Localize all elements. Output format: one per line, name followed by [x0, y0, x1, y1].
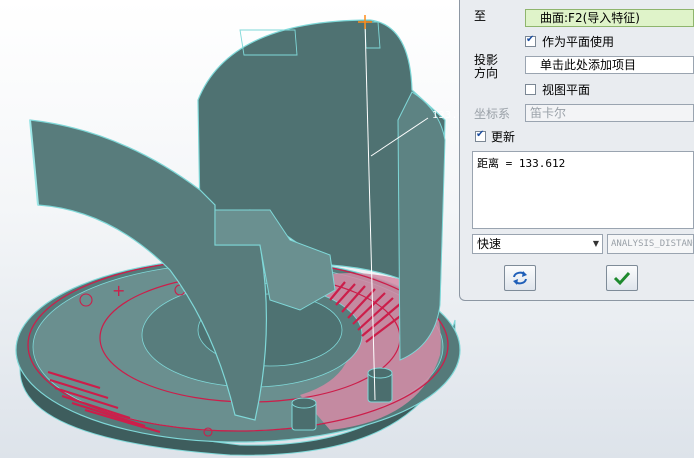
- repeat-icon: [513, 271, 527, 285]
- svg-text:+: +: [112, 281, 125, 300]
- use-as-plane-checkbox[interactable]: [525, 34, 536, 47]
- ok-button[interactable]: [606, 265, 638, 291]
- result-box: 距离 = 133.612: [472, 151, 694, 229]
- coord-system-field[interactable]: 笛卡尔: [525, 104, 694, 122]
- repeat-button[interactable]: [504, 265, 536, 291]
- coord-system-label: 坐标系: [474, 107, 511, 121]
- analysis-mode-value: 快速: [477, 237, 502, 251]
- view-plane-label: 视图平面: [542, 83, 591, 97]
- check-icon: [613, 271, 631, 286]
- analysis-name-field[interactable]: ANALYSIS_DISTANCE: [607, 234, 694, 254]
- to-reference-field[interactable]: 曲面:F2(导入特征): [525, 9, 694, 27]
- update-label: 更新: [491, 130, 516, 144]
- projection-direction-label: 投影方向: [474, 53, 499, 80]
- distance-result: 距离 = 133.612: [477, 157, 566, 170]
- view-plane-checkbox[interactable]: [525, 84, 536, 95]
- analysis-mode-select[interactable]: 快速 ▼: [472, 234, 603, 254]
- chevron-down-icon: ▼: [592, 239, 599, 248]
- to-label: 至: [474, 9, 487, 23]
- use-as-plane-label: 作为平面使用: [542, 35, 615, 49]
- projection-direction-field[interactable]: 单击此处添加项目: [525, 56, 694, 74]
- update-checkbox[interactable]: [475, 129, 486, 142]
